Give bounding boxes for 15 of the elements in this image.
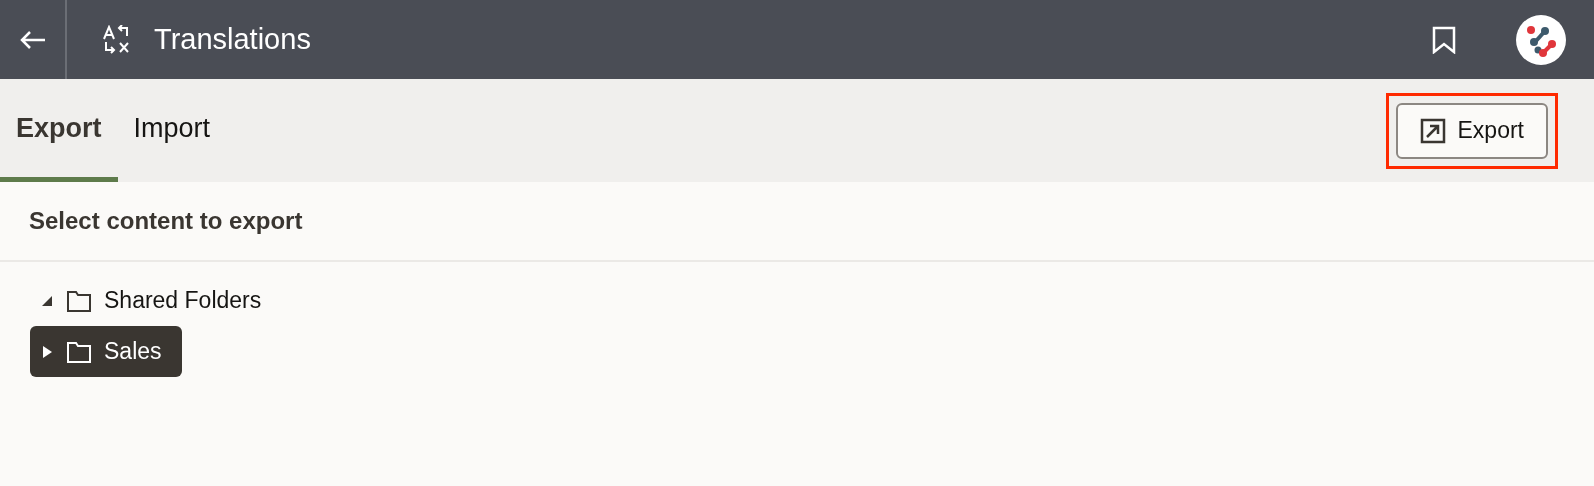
avatar-logo[interactable] <box>1516 14 1566 65</box>
tree-item[interactable]: Shared Folders <box>30 275 282 326</box>
export-button[interactable]: Export <box>1395 102 1548 159</box>
app-title: Translations <box>154 21 311 57</box>
section-title: Select content to export <box>0 182 1594 262</box>
folder-icon <box>66 339 92 364</box>
tab[interactable]: Export <box>0 79 118 182</box>
back-arrow-icon <box>18 29 47 50</box>
export-icon <box>1419 117 1446 144</box>
folder-icon <box>66 288 92 313</box>
collapsed-triangle-icon[interactable] <box>40 343 54 360</box>
bookmark-icon[interactable] <box>1432 25 1456 54</box>
translate-icon <box>102 24 132 55</box>
tab[interactable]: Import <box>117 79 227 182</box>
tree-item[interactable]: Sales <box>30 326 182 377</box>
